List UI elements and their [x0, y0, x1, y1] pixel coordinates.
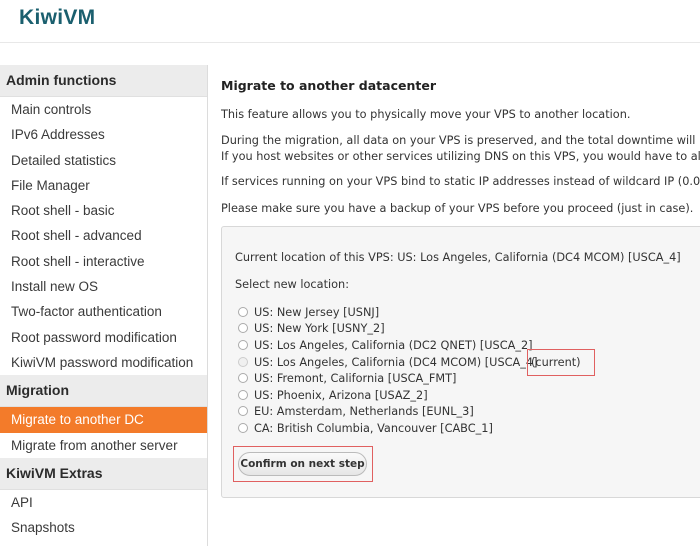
confirm-highlight: Confirm on next step	[233, 446, 373, 482]
location-option-usca-2[interactable]: US: Los Angeles, California (DC2 QNET) […	[238, 337, 533, 353]
sidebar-item-main-controls[interactable]: Main controls	[0, 97, 207, 122]
location-label: US: Los Angeles, California (DC4 MCOM) […	[254, 355, 538, 369]
section-kiwivm-extras: KiwiVM Extras	[0, 457, 207, 490]
section-migration: Migration	[0, 375, 207, 408]
sidebar-item-api[interactable]: API	[0, 490, 207, 515]
radio-usca-2[interactable]	[238, 340, 248, 350]
section-admin-functions: Admin functions	[0, 65, 207, 97]
location-label: US: New Jersey [USNJ]	[254, 305, 380, 319]
location-label: US: Phoenix, Arizona [USAZ_2]	[254, 388, 428, 402]
sidebar-item-migrate-to-dc[interactable]: Migrate to another DC	[0, 407, 207, 433]
radio-usnj[interactable]	[238, 307, 248, 317]
location-option-usca-4: US: Los Angeles, California (DC4 MCOM) […	[238, 354, 537, 370]
sidebar-item-root-shell-advanced[interactable]: Root shell - advanced	[0, 223, 207, 248]
sidebar-item-snapshots[interactable]: Snapshots	[0, 515, 207, 540]
current-highlight: (current)	[527, 349, 595, 376]
sidebar-item-detailed-statistics[interactable]: Detailed statistics	[0, 148, 207, 173]
radio-eunl-3[interactable]	[238, 406, 248, 416]
sidebar: Admin functions Main controls IPv6 Addre…	[0, 65, 208, 546]
location-option-usny-2[interactable]: US: New York [USNY_2]	[238, 320, 385, 336]
radio-usaz-2[interactable]	[238, 390, 248, 400]
confirm-button[interactable]: Confirm on next step	[238, 452, 367, 476]
intro-text: This feature allows you to physically mo…	[221, 108, 631, 121]
location-option-usnj[interactable]: US: New Jersey [USNJ]	[238, 304, 379, 320]
sidebar-item-root-password[interactable]: Root password modification	[0, 325, 207, 350]
sidebar-item-install-new-os[interactable]: Install new OS	[0, 274, 207, 299]
migration-info-line2: If you host websites or other services u…	[221, 150, 700, 163]
current-tag: (current)	[531, 356, 581, 369]
migration-form: Current location of this VPS: US: Los An…	[221, 226, 700, 498]
header: KiwiVM	[0, 0, 700, 43]
location-option-usca-fmt[interactable]: US: Fremont, California [USCA_FMT]	[238, 370, 456, 386]
sidebar-item-root-shell-interactive[interactable]: Root shell - interactive	[0, 249, 207, 274]
radio-usny-2[interactable]	[238, 323, 248, 333]
location-option-cabc-1[interactable]: CA: British Columbia, Vancouver [CABC_1]	[238, 420, 493, 436]
logo[interactable]: KiwiVM	[19, 6, 95, 30]
page-title: Migrate to another datacenter	[221, 78, 436, 93]
current-location: Current location of this VPS: US: Los An…	[235, 251, 681, 264]
radio-cabc-1[interactable]	[238, 423, 248, 433]
radio-usca-fmt[interactable]	[238, 373, 248, 383]
sidebar-item-ipv6-addresses[interactable]: IPv6 Addresses	[0, 122, 207, 147]
sidebar-item-two-factor-auth[interactable]: Two-factor authentication	[0, 299, 207, 324]
location-label: US: New York [USNY_2]	[254, 321, 385, 335]
sidebar-item-file-manager[interactable]: File Manager	[0, 173, 207, 198]
select-location-label: Select new location:	[235, 278, 350, 291]
location-label: EU: Amsterdam, Netherlands [EUNL_3]	[254, 404, 474, 418]
location-label: CA: British Columbia, Vancouver [CABC_1]	[254, 421, 493, 435]
sidebar-item-migrate-from-server[interactable]: Migrate from another server	[0, 433, 207, 458]
sidebar-item-root-shell-basic[interactable]: Root shell - basic	[0, 198, 207, 223]
location-option-usaz-2[interactable]: US: Phoenix, Arizona [USAZ_2]	[238, 387, 428, 403]
location-label: US: Los Angeles, California (DC2 QNET) […	[254, 338, 533, 352]
location-option-eunl-3[interactable]: EU: Amsterdam, Netherlands [EUNL_3]	[238, 403, 474, 419]
migration-info-line1: During the migration, all data on your V…	[221, 134, 700, 147]
backup-warning: Please make sure you have a backup of yo…	[221, 202, 694, 215]
radio-usca-4	[238, 357, 248, 367]
sidebar-item-kiwivm-password[interactable]: KiwiVM password modification	[0, 350, 207, 375]
location-label: US: Fremont, California [USCA_FMT]	[254, 371, 457, 385]
static-ip-warning: If services running on your VPS bind to …	[221, 175, 700, 188]
